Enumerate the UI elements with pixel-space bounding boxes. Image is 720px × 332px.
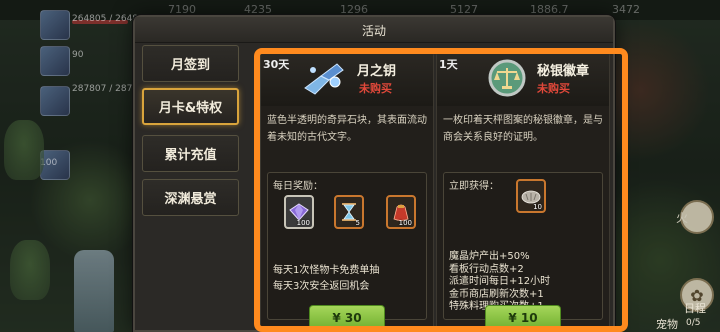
monthly-key-card: 30天 月之钥 未购买 蓝色半透明的奇异石块，其表面流动着未知的古代文字。 每日… bbox=[260, 53, 434, 331]
modal-title: 活动 bbox=[361, 24, 386, 38]
tab-label: 深渊悬赏 bbox=[164, 192, 217, 207]
reward-box-label: 每日奖励： bbox=[273, 181, 323, 192]
reward-item[interactable]: 100 bbox=[284, 195, 314, 229]
reward-item[interactable]: 10 bbox=[516, 179, 546, 213]
resource-value: 3472 bbox=[612, 3, 640, 16]
daily-reward-box: 每日奖励： 100 5 100 每天1次怪物卡免费单抽 每天3次安全返回机会 bbox=[267, 172, 427, 320]
tree-decoration bbox=[4, 120, 44, 180]
instant-reward-box: 立即获得： 10 魔晶炉产出+50% 看板行动点数+2 派遣时间每日+12小时 … bbox=[443, 172, 603, 320]
fire-label: 火 bbox=[676, 210, 689, 225]
party-member-avatar[interactable] bbox=[40, 46, 70, 76]
card-duration-tag: 1天 bbox=[439, 58, 458, 71]
card-title: 月之钥 bbox=[357, 64, 397, 79]
card-title: 秘银徽章 bbox=[537, 64, 590, 79]
tab-monthly-signin[interactable]: 月签到 bbox=[142, 45, 239, 82]
purchase-status: 未购买 bbox=[359, 82, 392, 95]
card-duration-tag: 30天 bbox=[263, 58, 290, 71]
party-member-avatar[interactable] bbox=[40, 86, 70, 116]
item-count: 5 bbox=[355, 219, 360, 227]
price-label: ¥ 10 bbox=[508, 311, 538, 325]
modal-header: 活动 bbox=[135, 17, 613, 43]
mithril-badge-card: 1天 秘银徽章 未购买 一枚印着天枰图案的秘银徽章，是与商会关系良好的证明。 立… bbox=[436, 53, 610, 331]
schedule-count: 0/5 bbox=[686, 318, 701, 328]
party-member-avatar[interactable] bbox=[40, 10, 70, 40]
tab-cumulative-recharge[interactable]: 累计充值 bbox=[142, 135, 239, 172]
reward-item[interactable]: 100 bbox=[386, 195, 416, 229]
benefit-line: 每天1次怪物卡免费单抽 bbox=[273, 265, 380, 276]
buy-button[interactable]: ¥ 10 bbox=[485, 305, 561, 331]
benefit-line: 魔晶炉产出+50% bbox=[449, 251, 530, 262]
fire-button[interactable]: 火 bbox=[676, 200, 714, 234]
benefit-line: 每天3次安全返回机会 bbox=[273, 281, 370, 292]
benefit-line: 看板行动点数+2 bbox=[449, 263, 524, 275]
tab-label: 月签到 bbox=[170, 58, 210, 73]
tab-label: 累计充值 bbox=[164, 148, 217, 163]
statue-decoration bbox=[74, 250, 114, 332]
activity-modal: 活动 月签到 月卡&特权 累计充值 深渊悬赏 30天 月之钥 未购买 蓝色半透明… bbox=[133, 15, 615, 332]
schedule-label: 日程 bbox=[684, 302, 706, 315]
item-count: 10 bbox=[533, 203, 542, 211]
scale-badge-icon bbox=[488, 59, 526, 97]
reward-box-label: 立即获得： bbox=[449, 181, 499, 192]
level-value: 90 bbox=[72, 50, 84, 60]
buy-button[interactable]: ¥ 30 bbox=[309, 305, 385, 331]
moon-key-icon bbox=[304, 63, 344, 95]
item-count: 100 bbox=[296, 219, 310, 227]
benefit-list: 每天1次怪物卡免费单抽 每天3次安全返回机会 bbox=[273, 263, 421, 295]
card-description: 蓝色半透明的奇异石块，其表面流动着未知的古代文字。 bbox=[267, 115, 427, 143]
tree-decoration bbox=[10, 240, 50, 300]
tab-monthly-card-privilege[interactable]: 月卡&特权 bbox=[142, 88, 239, 125]
tab-label: 月卡&特权 bbox=[158, 101, 223, 116]
purchase-status: 未购买 bbox=[537, 82, 570, 95]
tab-abyss-bounty[interactable]: 深渊悬赏 bbox=[142, 179, 239, 216]
reward-item[interactable]: 5 bbox=[334, 195, 364, 229]
item-count: 100 bbox=[398, 219, 412, 227]
benefit-line: 派遣时间每日+12小时 bbox=[449, 276, 551, 287]
pet-label: 宠物 bbox=[656, 318, 678, 331]
benefit-line: 金币商店刷新次数+1 bbox=[449, 288, 544, 300]
price-label: ¥ 30 bbox=[332, 311, 362, 325]
card-description: 一枚印着天枰图案的秘银徽章，是与商会关系良好的证明。 bbox=[443, 115, 603, 143]
